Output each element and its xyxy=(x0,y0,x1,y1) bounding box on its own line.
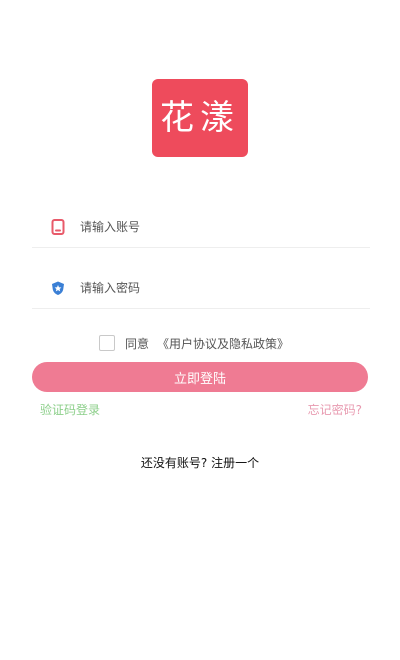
forgot-password-link[interactable]: 忘记密码? xyxy=(308,401,362,418)
shield-icon xyxy=(46,276,70,300)
account-input[interactable] xyxy=(80,220,330,234)
agreement-link[interactable]: 《用户协议及隐私政策》 xyxy=(157,335,289,352)
password-input[interactable] xyxy=(80,281,330,295)
app-logo: 花漾 xyxy=(152,79,248,157)
agreement-prefix: 同意 xyxy=(125,336,150,351)
register-link[interactable]: 还没有账号? 注册一个 xyxy=(0,454,400,471)
sms-login-link[interactable]: 验证码登录 xyxy=(40,401,100,418)
agreement-row: 同意 《用户协议及隐私政策》 xyxy=(99,334,289,352)
password-field[interactable] xyxy=(32,268,370,309)
account-field[interactable] xyxy=(32,207,370,248)
phone-icon xyxy=(46,215,70,239)
agreement-checkbox[interactable] xyxy=(99,335,115,351)
app-logo-text: 花漾 xyxy=(160,98,240,138)
login-button[interactable]: 立即登陆 xyxy=(32,362,368,392)
